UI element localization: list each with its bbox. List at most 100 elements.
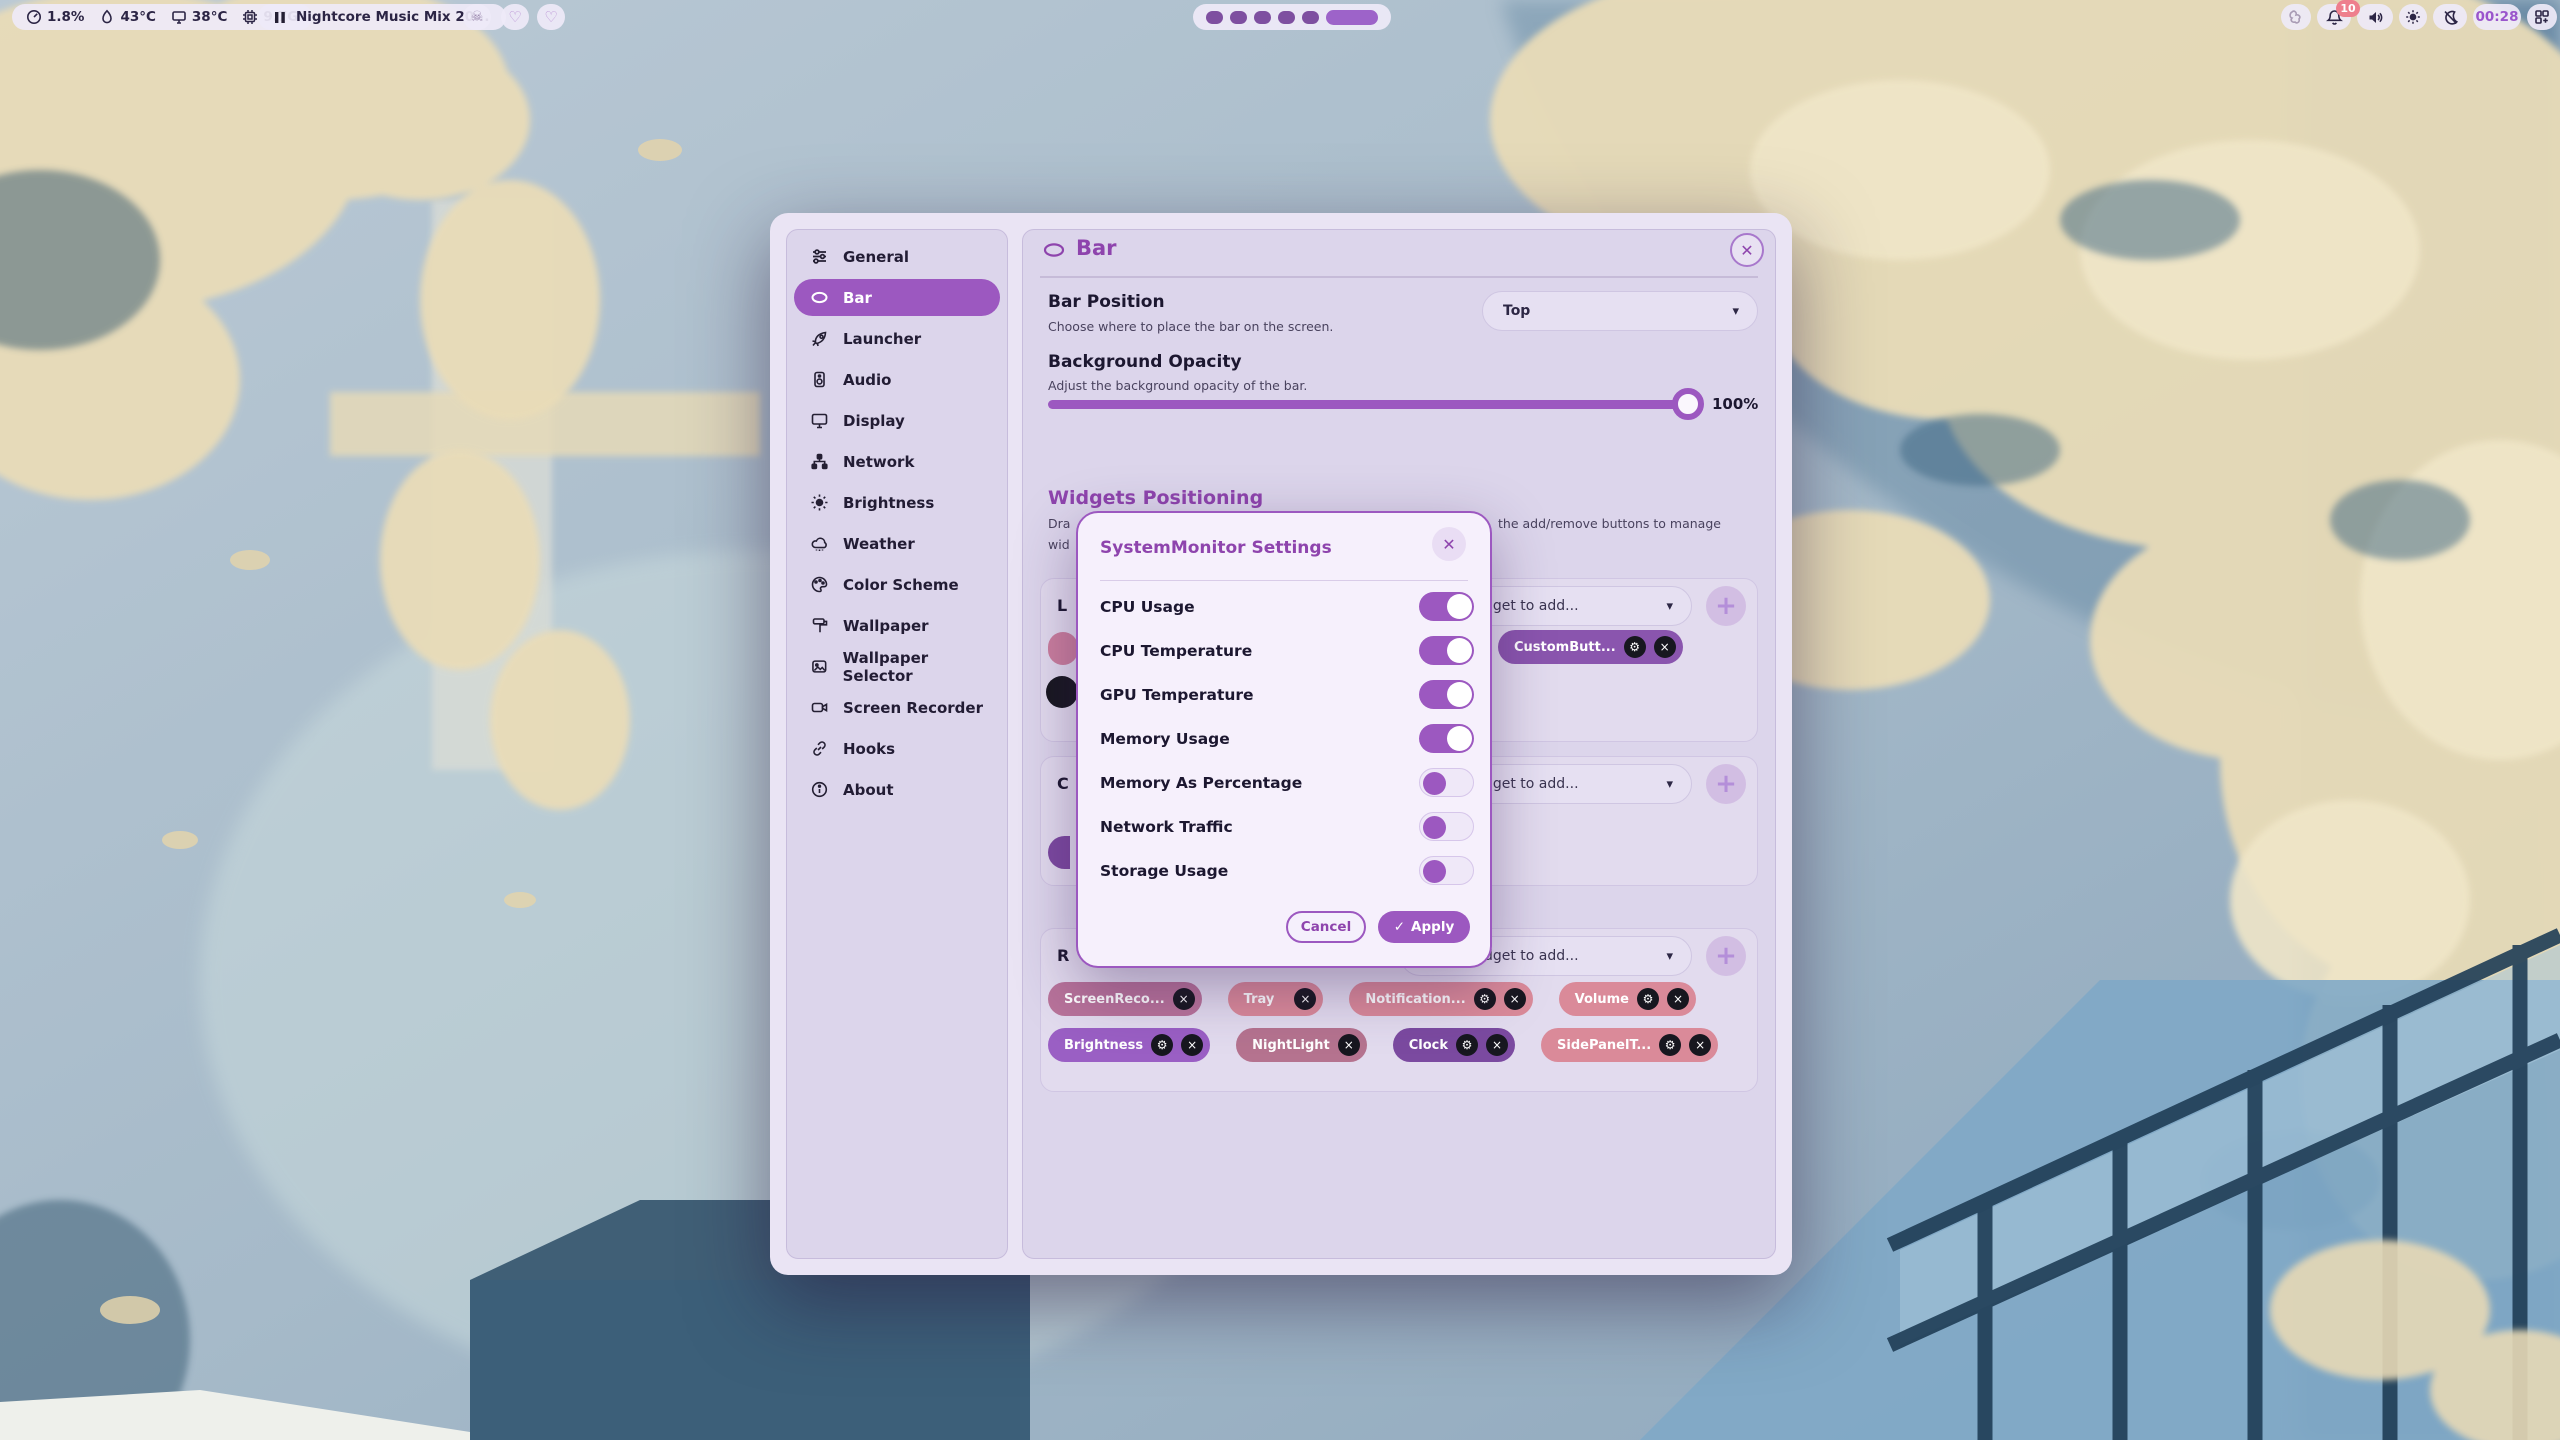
right-widgets-add-button[interactable]: + — [1706, 936, 1746, 976]
gear-icon[interactable]: ⚙ — [1624, 636, 1646, 658]
media-favorite-button[interactable]: ♡ — [537, 4, 565, 30]
toggle-label-network-traffic: Network Traffic — [1100, 818, 1233, 836]
sidebar-item-hooks[interactable]: Hooks — [794, 730, 1000, 767]
workspace-dot[interactable] — [1278, 11, 1295, 24]
widget-chip-nightlight[interactable]: NightLight × — [1236, 1028, 1367, 1062]
sidebar-item-label: Screen Recorder — [843, 699, 983, 717]
apply-label: Apply — [1411, 919, 1454, 935]
widget-chip-tray[interactable]: Tray × — [1228, 982, 1324, 1016]
notification-count-badge: 10 — [2336, 0, 2360, 17]
workspaces-pill[interactable] — [1193, 4, 1391, 30]
widget-chip-sidepanel[interactable]: SidePanelT... ⚙ × — [1541, 1028, 1718, 1062]
gear-icon[interactable]: ⚙ — [1659, 1034, 1681, 1056]
sidebar-item-label: Network — [843, 453, 914, 471]
sidebar-item-bar[interactable]: Bar — [794, 279, 1000, 316]
center-widgets-label: C — [1057, 774, 1069, 793]
widgets-desc-fragment-a: Dra — [1048, 516, 1070, 531]
toggle-gpu-temperature[interactable] — [1419, 680, 1474, 709]
plus-icon: + — [1715, 941, 1737, 971]
gpu-temp-stat: 38°C — [171, 9, 227, 25]
sidebar-item-audio[interactable]: Audio — [794, 361, 1000, 398]
close-icon[interactable]: × — [1338, 1034, 1360, 1056]
sidebar-item-wallpaper[interactable]: Wallpaper — [794, 607, 1000, 644]
tray-app-button[interactable] — [2281, 4, 2311, 30]
media-skull-button[interactable]: ☠ — [463, 4, 491, 30]
widgets-desc-fragment-c: the add/remove buttons to manage — [1498, 516, 1721, 531]
sidebar-item-about[interactable]: About — [794, 771, 1000, 808]
widget-chip-custombutton[interactable]: CustomButt... ⚙ × — [1498, 630, 1683, 664]
close-icon[interactable]: × — [1294, 988, 1316, 1010]
toggle-network-traffic[interactable] — [1419, 812, 1474, 841]
close-icon[interactable]: × — [1181, 1034, 1203, 1056]
cancel-button[interactable]: Cancel — [1286, 911, 1366, 943]
rocket-icon — [810, 329, 829, 348]
monitor-icon — [810, 411, 829, 430]
close-icon[interactable]: × — [1689, 1034, 1711, 1056]
sidebar-item-label: Audio — [843, 371, 891, 389]
page-title: Bar — [1076, 236, 1117, 260]
bar-position-select[interactable]: Top ▾ — [1482, 291, 1758, 331]
sidebar-item-wallpaper-selector[interactable]: Wallpaper Selector — [794, 648, 1000, 685]
gear-icon[interactable]: ⚙ — [1474, 988, 1496, 1010]
media-title: Nightcore Music Mix 20... — [296, 9, 490, 25]
sidebar-item-general[interactable]: General — [794, 238, 1000, 275]
toggle-label-memory-usage: Memory Usage — [1100, 730, 1230, 748]
widget-chip-volume[interactable]: Volume ⚙ × — [1559, 982, 1696, 1016]
heart-icon: ♡ — [508, 8, 521, 26]
apply-button[interactable]: ✓ Apply — [1378, 911, 1470, 943]
sidebar-item-brightness[interactable]: Brightness — [794, 484, 1000, 521]
plus-icon: + — [1715, 591, 1737, 621]
plus-icon: + — [1715, 769, 1737, 799]
gear-icon[interactable]: ⚙ — [1637, 988, 1659, 1010]
widget-chip-clock[interactable]: Clock ⚙ × — [1393, 1028, 1515, 1062]
gear-icon[interactable]: ⚙ — [1151, 1034, 1173, 1056]
gear-icon[interactable]: ⚙ — [1456, 1034, 1478, 1056]
left-widgets-add-button[interactable]: + — [1706, 586, 1746, 626]
toggle-memory-as-percentage[interactable] — [1419, 768, 1474, 797]
opacity-slider-track[interactable] — [1048, 400, 1694, 409]
window-close-button[interactable]: ✕ — [1730, 233, 1764, 267]
oval-icon — [810, 288, 829, 307]
bar-position-value: Top — [1503, 303, 1530, 319]
widget-chip-screenrecorder[interactable]: ScreenReco... × — [1048, 982, 1202, 1016]
close-icon[interactable]: × — [1173, 988, 1195, 1010]
widget-chip-notifications[interactable]: Notification... ⚙ × — [1349, 982, 1532, 1016]
workspace-dot[interactable] — [1230, 11, 1247, 24]
close-icon[interactable]: × — [1504, 988, 1526, 1010]
sidebar-item-display[interactable]: Display — [794, 402, 1000, 439]
brightness-button[interactable] — [2399, 4, 2427, 30]
workspace-active-dot[interactable] — [1326, 10, 1378, 25]
sidebar-item-screen-recorder[interactable]: Screen Recorder — [794, 689, 1000, 726]
media-like-button[interactable]: ♡ — [501, 4, 529, 30]
hidden-chip-button-fragment — [1046, 676, 1078, 708]
toggle-knob — [1447, 682, 1472, 707]
nightlight-button[interactable] — [2433, 4, 2467, 30]
close-icon[interactable]: × — [1667, 988, 1689, 1010]
cpu-usage-stat: 1.8% — [26, 9, 84, 25]
close-icon[interactable]: × — [1486, 1034, 1508, 1056]
opacity-slider-handle[interactable] — [1672, 388, 1704, 420]
workspace-dot[interactable] — [1302, 11, 1319, 24]
workspace-dot[interactable] — [1206, 11, 1223, 24]
toggle-cpu-usage[interactable] — [1419, 592, 1474, 621]
sidebar-item-launcher[interactable]: Launcher — [794, 320, 1000, 357]
sidebar-item-network[interactable]: Network — [794, 443, 1000, 480]
volume-button[interactable] — [2357, 4, 2393, 30]
cpu-temp-value: 43°C — [120, 9, 155, 25]
center-widgets-add-button[interactable]: + — [1706, 764, 1746, 804]
clock-pill[interactable]: 00:28 — [2473, 4, 2521, 30]
gpu-temp-value: 38°C — [192, 9, 227, 25]
toggle-cpu-temperature[interactable] — [1419, 636, 1474, 665]
modal-close-button[interactable]: ✕ — [1432, 527, 1466, 561]
pause-icon[interactable] — [274, 11, 286, 24]
widget-chip-brightness[interactable]: Brightness ⚙ × — [1048, 1028, 1210, 1062]
workspace-dot[interactable] — [1254, 11, 1271, 24]
dashboard-button[interactable] — [2527, 4, 2557, 30]
sidebar-item-color-scheme[interactable]: Color Scheme — [794, 566, 1000, 603]
toggle-storage-usage[interactable] — [1419, 856, 1474, 885]
close-icon[interactable]: × — [1654, 636, 1676, 658]
opacity-value-label: 100% — [1712, 395, 1758, 413]
paint-roller-icon — [810, 616, 829, 635]
toggle-memory-usage[interactable] — [1419, 724, 1474, 753]
sidebar-item-weather[interactable]: Weather — [794, 525, 1000, 562]
